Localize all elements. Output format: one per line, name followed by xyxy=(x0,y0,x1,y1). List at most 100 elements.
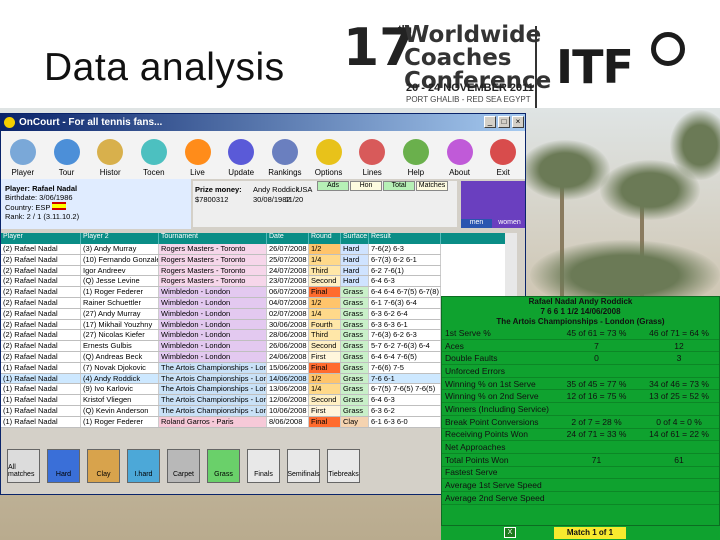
filter-grass[interactable]: Grass xyxy=(207,449,240,483)
filter-semifinals[interactable]: Semifinals xyxy=(287,449,320,483)
table-cell: 6-3 6-2 xyxy=(369,405,441,416)
opponent-name[interactable]: Andy Roddick xyxy=(253,185,299,194)
table-row[interactable]: (1) Rafael Nadal Kristof Vliegen The Artoi… xyxy=(1,395,441,406)
table-row[interactable]: (2) Rafael Nadal (27) Andy Murray Wimbledo… xyxy=(1,308,441,320)
table-cell: (2) Rafael Nadal xyxy=(1,297,81,308)
filter-clay[interactable]: Clay xyxy=(87,449,120,483)
maximize-button[interactable]: □ xyxy=(498,116,510,128)
stat-value: 34 of 46 = 73 % xyxy=(649,378,709,389)
column-header[interactable]: Date xyxy=(267,233,309,244)
table-cell: 7-6(3) 6-2 6-3 xyxy=(369,330,441,341)
table-row[interactable]: (1) Rafael Nadal (9) Ivo Karlovic The Arto… xyxy=(1,384,441,396)
toolbar-button-exit[interactable]: Exit xyxy=(481,131,525,179)
column-header[interactable]: Result xyxy=(369,233,441,244)
table-cell: (3) Andy Murray xyxy=(81,244,159,254)
toolbar-button-lines[interactable]: Lines xyxy=(350,131,394,179)
toolbar-label: Help xyxy=(407,168,425,177)
filter-finals[interactable]: Finals xyxy=(247,449,280,483)
table-cell: Third xyxy=(309,330,341,341)
toolbar-button-help[interactable]: Help xyxy=(394,131,438,179)
toolbar-button-histor[interactable]: Histor xyxy=(88,131,132,179)
toolbar-button-player[interactable]: Player xyxy=(1,131,45,179)
stats-score: 7 6 6 1 1/2 14/06/2008 xyxy=(540,307,621,316)
table-cell: Kristof Vliegen xyxy=(81,395,159,405)
table-row[interactable]: (2) Rafael Nadal (17) Mikhail Youzhny Wimb… xyxy=(1,319,441,331)
column-header[interactable]: Surface xyxy=(341,233,369,244)
table-row[interactable]: (2) Rafael Nadal Rainer Schuettler Wimbled… xyxy=(1,297,441,309)
table-cell: (1) Rafael Nadal xyxy=(1,384,81,395)
column-header[interactable]: Player xyxy=(1,233,81,244)
stat-value: 24 of 71 = 33 % xyxy=(566,429,627,440)
filter-allmatches[interactable]: All matches xyxy=(7,449,40,483)
tocen-icon xyxy=(140,139,167,165)
table-cell: 7-6(2) 6-3 xyxy=(369,244,441,254)
toolbar-button-tour[interactable]: Tour xyxy=(45,131,89,179)
player-birthdate: Birthdate: 3/06/1986 xyxy=(5,193,73,202)
stat-tab[interactable]: Matches xyxy=(416,181,448,191)
stat-tab[interactable]: Ads xyxy=(317,181,349,191)
table-row[interactable]: (1) Rafael Nadal (Q) Kevin Anderson The Ar… xyxy=(1,405,441,417)
stat-label: 1st Serve % xyxy=(445,327,491,338)
table-row[interactable]: (1) Rafael Nadal (7) Novak Djokovic The Ar… xyxy=(1,362,441,374)
table-row[interactable]: (2) Rafael Nadal (27) Nicolas Kiefer Wimbl… xyxy=(1,330,441,342)
men-tab[interactable]: men xyxy=(461,219,492,228)
table-cell: (1) Rafael Nadal xyxy=(1,373,81,384)
column-header[interactable]: Round xyxy=(309,233,341,244)
table-cell: (2) Rafael Nadal xyxy=(1,330,81,341)
table-cell: 13/06/2008 xyxy=(267,384,309,395)
filter-carpet[interactable]: Carpet xyxy=(167,449,200,483)
update-icon xyxy=(228,139,255,165)
table-cell: 5-7 6-2 7-6(3) 6-4 xyxy=(369,341,441,351)
table-row[interactable]: (1) Rafael Nadal (4) Andy Roddick The Arto… xyxy=(1,373,441,385)
table-row[interactable]: (2) Rafael Nadal (1) Roger Federer Wimbled… xyxy=(1,287,441,298)
toolbar-label: Player xyxy=(11,168,35,177)
table-cell: 04/07/2008 xyxy=(267,297,309,308)
toolbar-button-update[interactable]: Update xyxy=(219,131,263,179)
toolbar-button-about[interactable]: About xyxy=(438,131,482,179)
minimize-button[interactable]: _ xyxy=(484,116,496,128)
table-row[interactable]: (2) Rafael Nadal Ernests Gulbis Wimbledon … xyxy=(1,341,441,352)
table-cell: (1) Roger Federer xyxy=(81,287,159,297)
table-cell: 12/06/2008 xyxy=(267,395,309,405)
excel-export-icon[interactable]: X xyxy=(504,527,516,538)
table-row[interactable]: (2) Rafael Nadal (Q) Jesse Levine Rogers M… xyxy=(1,276,441,288)
close-button[interactable]: × xyxy=(512,116,524,128)
stat-value: 12 of 16 = 75 % xyxy=(566,391,627,402)
table-cell: Wimbledon - London xyxy=(159,308,267,319)
table-cell: Rogers Masters - Toronto xyxy=(159,276,267,287)
slide-title: Data analysis xyxy=(44,46,285,89)
options-icon xyxy=(315,139,342,165)
table-cell: Third xyxy=(309,265,341,276)
table-cell: 30/06/2008 xyxy=(267,319,309,330)
toolbar-button-rankings[interactable]: Rankings xyxy=(263,131,307,179)
slide-background: Data analysis 17 th Worldwide Coaches Co… xyxy=(0,0,720,540)
toolbar-label: Tour xyxy=(58,168,75,177)
table-row[interactable]: (2) Rafael Nadal (Q) Andreas Beck Wimbledo… xyxy=(1,351,441,363)
logo-dates: 20 - 24 NOVEMBER 2011 xyxy=(406,82,534,94)
toolbar-button-live[interactable]: Live xyxy=(176,131,220,179)
stat-tab[interactable]: Total xyxy=(383,181,415,191)
women-tab[interactable]: women xyxy=(494,219,525,228)
filter-hard[interactable]: Hard xyxy=(47,449,80,483)
window-titlebar[interactable]: OnCourt - For all tennis fans... xyxy=(1,114,525,131)
stat-tab[interactable]: Hon xyxy=(350,181,382,191)
prize-money-label: Prize money: xyxy=(195,185,242,194)
table-row[interactable]: (1) Rafael Nadal (1) Roger Federer Roland … xyxy=(1,416,441,428)
toolbar-button-tocen[interactable]: Tocen xyxy=(132,131,176,179)
stats-row: Average 2nd Serve Speed xyxy=(442,492,719,505)
spain-flag-icon xyxy=(52,202,67,210)
table-row[interactable]: (2) Rafael Nadal (10) Fernando Gonzalez Ro… xyxy=(1,254,441,266)
logo-place: PORT GHALIB - RED SEA EGYPT xyxy=(406,95,531,104)
filter-tiebreaks[interactable]: Tiebreaks xyxy=(327,449,360,483)
column-header[interactable]: Player 2 xyxy=(81,233,159,244)
table-cell: Hard xyxy=(341,254,369,265)
table-cell: The Artois Championships - London xyxy=(159,362,267,373)
filter-ihard[interactable]: I.hard xyxy=(127,449,160,483)
table-cell: 15/06/2008 xyxy=(267,362,309,373)
table-row[interactable]: (2) Rafael Nadal Igor Andreev Rogers Maste… xyxy=(1,265,441,277)
column-header[interactable]: Tournament xyxy=(159,233,267,244)
live-icon xyxy=(184,139,211,165)
table-row[interactable]: (2) Rafael Nadal (3) Andy Murray Rogers Ma… xyxy=(1,244,441,255)
toolbar-button-options[interactable]: Options xyxy=(307,131,351,179)
match-counter[interactable]: Match 1 of 1 xyxy=(554,527,626,539)
